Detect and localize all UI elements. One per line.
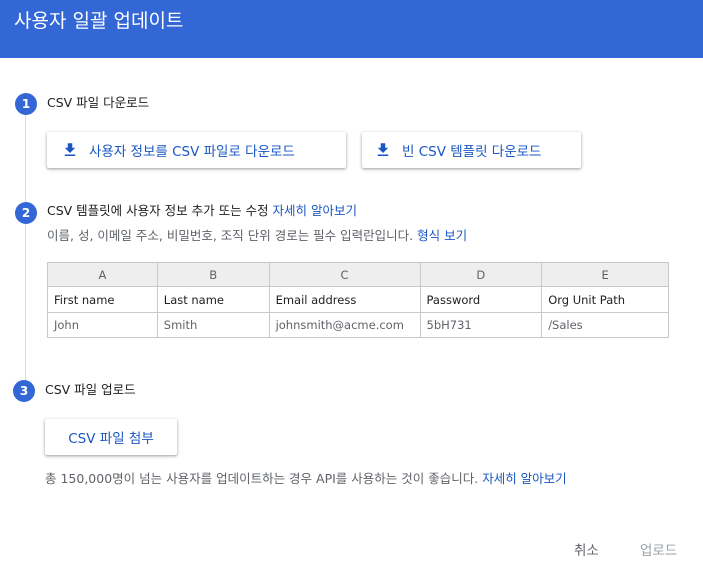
table-cell: John — [47, 312, 158, 338]
step-1-badge: 1 — [15, 93, 37, 115]
upload-button[interactable]: 업로드 — [640, 542, 677, 560]
step-2-title: CSV 템플릿에 사용자 정보 추가 또는 수정 — [47, 203, 269, 218]
column-letter: D — [419, 262, 543, 287]
column-letter: A — [47, 262, 158, 287]
table-header-row: First name Last name Email address Passw… — [47, 286, 669, 313]
attach-csv-button[interactable]: CSV 파일 첨부 — [45, 419, 177, 455]
step-1-title: CSV 파일 다운로드 — [47, 95, 150, 110]
download-users-csv-label: 사용자 정보를 CSV 파일로 다운로드 — [89, 144, 295, 160]
download-template-label: 빈 CSV 템플릿 다운로드 — [402, 144, 542, 160]
table-header-cell: Org Unit Path — [541, 286, 669, 313]
table-cell: 5bH731 — [419, 312, 543, 338]
api-note-row: 총 150,000명이 넘는 사용자를 업데이트하는 경우 API를 사용하는 … — [45, 470, 567, 488]
table-row: John Smith johnsmith@acme.com 5bH731 /Sa… — [47, 312, 669, 338]
download-icon — [377, 143, 389, 156]
table-cell: /Sales — [541, 312, 669, 338]
step-3-badge: 3 — [13, 380, 35, 402]
dialog-title: 사용자 일괄 업데이트 — [14, 10, 184, 32]
column-letter-row: A B C D E — [47, 262, 669, 287]
table-cell: johnsmith@acme.com — [268, 312, 421, 338]
column-letter: B — [156, 262, 270, 287]
download-users-csv-button[interactable]: 사용자 정보를 CSV 파일로 다운로드 — [47, 132, 346, 168]
step-2-title-row: CSV 템플릿에 사용자 정보 추가 또는 수정 자세히 알아보기 — [47, 202, 357, 220]
step-2-learn-more-link[interactable]: 자세히 알아보기 — [273, 203, 357, 218]
column-letter: C — [268, 262, 421, 287]
api-note: 총 150,000명이 넘는 사용자를 업데이트하는 경우 API를 사용하는 … — [45, 471, 479, 486]
table-header-cell: First name — [47, 286, 158, 313]
table-header-cell: Password — [419, 286, 543, 313]
step-2-badge: 2 — [15, 202, 37, 224]
csv-example-table: A B C D E First name Last name Email add… — [47, 262, 669, 338]
column-letter: E — [541, 262, 669, 287]
table-header-cell: Last name — [156, 286, 270, 313]
step-3-learn-more-link[interactable]: 자세히 알아보기 — [482, 471, 566, 486]
step-2-description: 이름, 성, 이메일 주소, 비밀번호, 조직 단위 경로는 필수 입력란입니다… — [47, 228, 414, 243]
table-cell: Smith — [156, 312, 270, 338]
cancel-button[interactable]: 취소 — [574, 542, 599, 560]
step-2-description-row: 이름, 성, 이메일 주소, 비밀번호, 조직 단위 경로는 필수 입력란입니다… — [47, 227, 467, 245]
dialog-header: 사용자 일괄 업데이트 — [0, 0, 703, 58]
attach-csv-label: CSV 파일 첨부 — [68, 431, 154, 447]
download-template-button[interactable]: 빈 CSV 템플릿 다운로드 — [362, 132, 581, 168]
step-3-title: CSV 파일 업로드 — [45, 382, 136, 397]
download-icon — [64, 143, 76, 156]
stepper-line — [25, 112, 26, 382]
format-link[interactable]: 형식 보기 — [417, 228, 467, 243]
table-header-cell: Email address — [268, 286, 421, 313]
